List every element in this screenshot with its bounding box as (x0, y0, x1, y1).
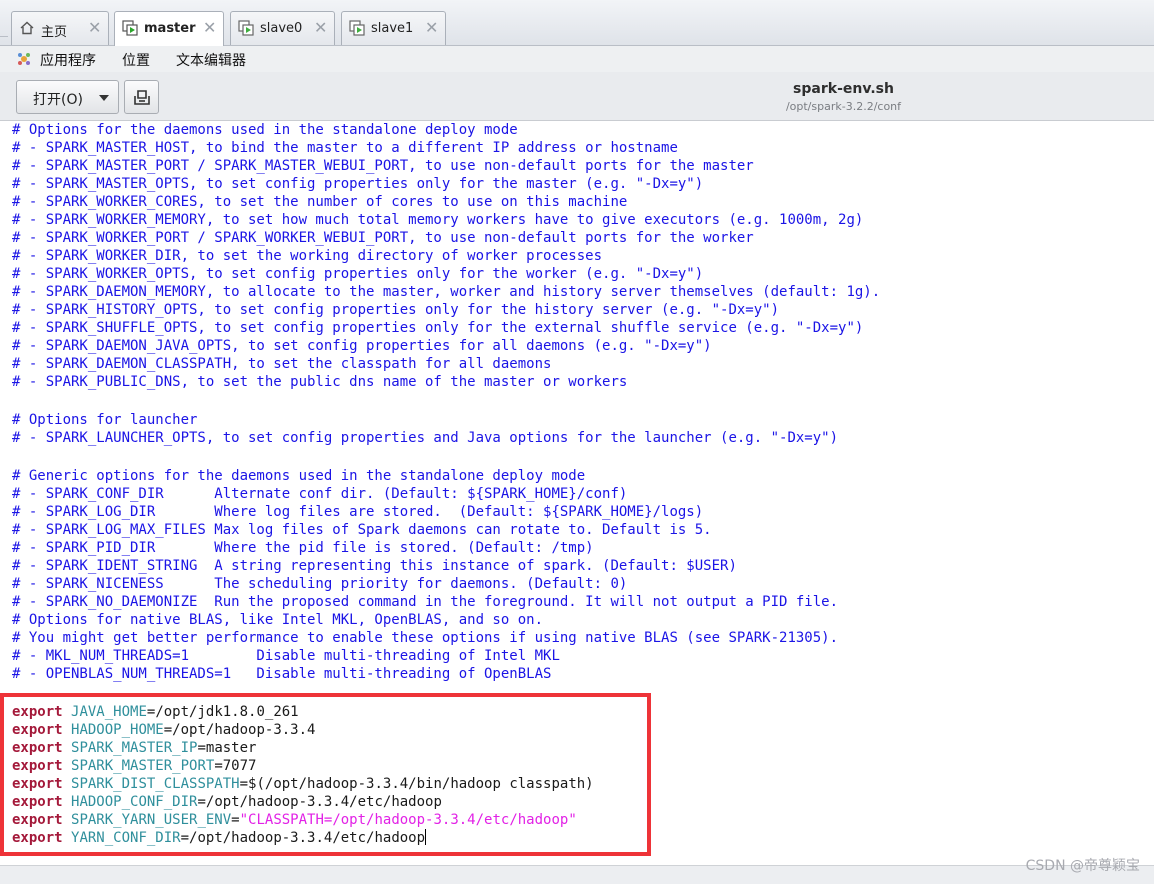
tab-home[interactable]: 主页 ✕ (11, 11, 109, 45)
comment-line: # - SPARK_PID_DIR Where the pid file is … (12, 540, 594, 556)
comment-line: # Options for the daemons used in the st… (12, 122, 518, 138)
comment-line: # Options for launcher (12, 412, 198, 428)
vm-icon (238, 20, 254, 36)
tab-label: slave1 (371, 21, 414, 36)
menu-places[interactable]: 位置 (122, 50, 150, 70)
red-highlight-box (0, 693, 651, 856)
comment-line: # You might get better performance to en… (12, 630, 839, 646)
tab-slave1[interactable]: slave1 ✕ (341, 11, 446, 45)
applications-icon (18, 53, 30, 65)
menu-bar: 应用程序 位置 文本编辑器 (0, 46, 1154, 72)
comment-line: # - SPARK_NO_DAEMONIZE Run the proposed … (12, 594, 839, 610)
comment-line: # - SPARK_IDENT_STRING A string represen… (12, 558, 737, 574)
document-path: /opt/spark-3.2.2/conf (785, 100, 902, 113)
comment-line: # - SPARK_DAEMON_MEMORY, to allocate to … (12, 284, 881, 300)
comment-line: # - SPARK_LOG_DIR Where log files are st… (12, 504, 704, 520)
open-button[interactable]: 打开(O) (16, 80, 119, 114)
menu-text-editor[interactable]: 文本编辑器 (176, 50, 246, 70)
comment-line: # - SPARK_MASTER_HOST, to bind the maste… (12, 140, 678, 156)
comment-line: # - SPARK_DAEMON_CLASSPATH, to set the c… (12, 356, 552, 372)
tab-master[interactable]: master ✕ (114, 11, 224, 46)
comment-line: # Options for native BLAS, like Intel MK… (12, 612, 544, 628)
tab-bar-edge (0, 36, 8, 46)
screenshot-root: 主页 ✕ master ✕ slave0 ✕ slave1 ✕ 应用程序 位置 … (0, 0, 1154, 884)
comment-line: # - SPARK_WORKER_MEMORY, to set how much… (12, 212, 864, 228)
close-tab-icon[interactable]: ✕ (425, 18, 438, 37)
comment-line: # - SPARK_WORKER_OPTS, to set config pro… (12, 266, 704, 282)
tab-label: 主页 (41, 25, 68, 40)
save-icon (134, 90, 150, 105)
chevron-down-icon (99, 95, 109, 101)
comment-line: # - SPARK_CONF_DIR Alternate conf dir. (… (12, 486, 628, 502)
tab-slave0[interactable]: slave0 ✕ (230, 11, 335, 45)
tab-label: master (144, 21, 196, 36)
close-tab-icon[interactable]: ✕ (203, 18, 216, 37)
vm-icon (122, 20, 138, 36)
comment-line: # - SPARK_DAEMON_JAVA_OPTS, to set confi… (12, 338, 712, 354)
comment-line: # Generic options for the daemons used i… (12, 468, 586, 484)
vm-icon (349, 20, 365, 36)
editor-header: 打开(O) spark-env.sh /opt/spark-3.2.2/conf (0, 72, 1154, 121)
comment-line: # - SPARK_HISTORY_OPTS, to set config pr… (12, 302, 780, 318)
close-tab-icon[interactable]: ✕ (88, 18, 101, 37)
comment-line: # - SPARK_NICENESS The scheduling priori… (12, 576, 628, 592)
comment-line: # - SPARK_PUBLIC_DNS, to set the public … (12, 374, 628, 390)
document-title: spark-env.sh (793, 81, 894, 97)
comment-line: # - OPENBLAS_NUM_THREADS=1 Disable multi… (12, 666, 552, 682)
close-tab-icon[interactable]: ✕ (314, 18, 327, 37)
menu-applications[interactable]: 应用程序 (40, 50, 96, 70)
comment-line: # - SPARK_LOG_MAX_FILES Max log files of… (12, 522, 712, 538)
open-button-label: 打开(O) (33, 92, 83, 108)
comment-line: # - SPARK_WORKER_DIR, to set the working… (12, 248, 603, 264)
comment-line: # - SPARK_WORKER_CORES, to set the numbe… (12, 194, 628, 210)
comment-line: # - SPARK_SHUFFLE_OPTS, to set config pr… (12, 320, 864, 336)
home-icon (20, 21, 34, 35)
comment-line: # - SPARK_LAUNCHER_OPTS, to set config p… (12, 430, 839, 446)
comment-line: # - SPARK_WORKER_PORT / SPARK_WORKER_WEB… (12, 230, 754, 246)
comment-line: # - MKL_NUM_THREADS=1 Disable multi-thre… (12, 648, 560, 664)
comment-line: # - SPARK_MASTER_PORT / SPARK_MASTER_WEB… (12, 158, 754, 174)
vm-tab-bar: 主页 ✕ master ✕ slave0 ✕ slave1 ✕ (0, 0, 1154, 46)
save-button[interactable] (124, 80, 159, 114)
comment-line: # - SPARK_MASTER_OPTS, to set config pro… (12, 176, 704, 192)
watermark: CSDN @帝尊颖宝 (1025, 858, 1140, 874)
status-bar (0, 865, 1154, 884)
text-editor-area[interactable]: # Options for the daemons used in the st… (0, 121, 1154, 865)
tab-label: slave0 (260, 21, 303, 36)
